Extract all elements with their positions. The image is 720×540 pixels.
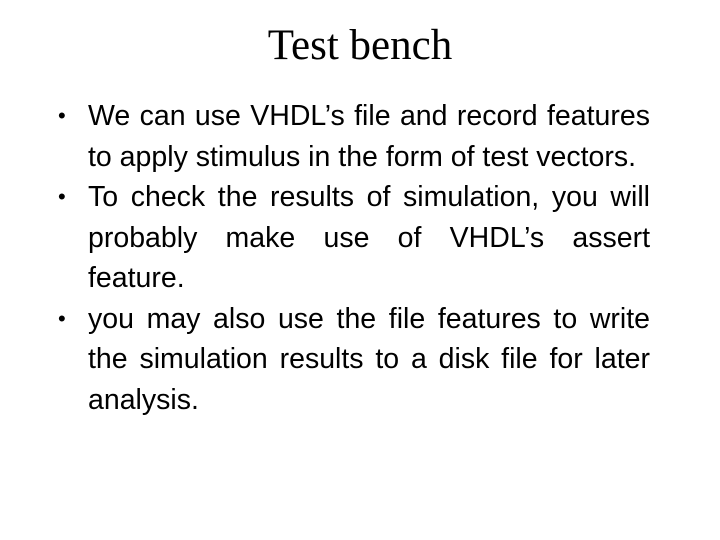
bullet-text: We can use VHDL’s file and record featur… — [88, 100, 650, 173]
bullet-list: • We can use VHDL’s file and record feat… — [58, 96, 650, 420]
bullet-icon: • — [58, 184, 66, 209]
bullet-text: To check the results of simulation, you … — [88, 181, 650, 294]
bullet-icon: • — [58, 305, 66, 331]
bullet-text: you may also use the file features to wr… — [88, 302, 650, 416]
bullet-item: • We can use VHDL’s file and record feat… — [58, 96, 650, 177]
bullet-item: • you may also use the file features to … — [58, 299, 650, 421]
bullet-item: • To check the results of simulation, yo… — [58, 177, 650, 299]
slide-title: Test bench — [267, 22, 453, 69]
slide: Test bench • We can use VHDL’s file and … — [0, 0, 720, 540]
bullet-icon: • — [58, 103, 66, 128]
